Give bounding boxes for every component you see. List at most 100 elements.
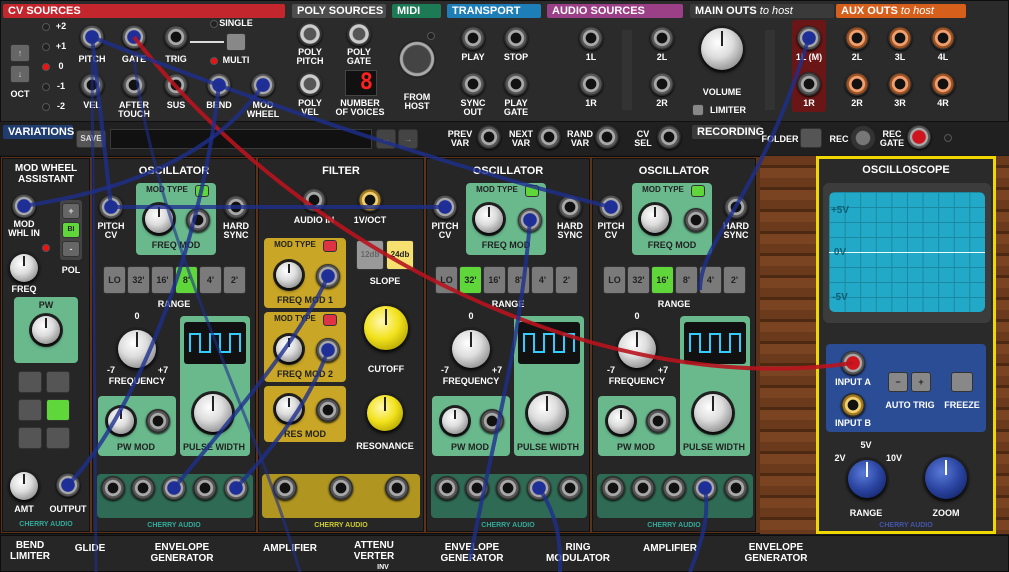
mod-wheel-jack[interactable] [251, 73, 275, 97]
osc2-hard-sync-jack[interactable] [558, 195, 582, 219]
osc2-frequency-knob[interactable] [452, 330, 490, 368]
osc3-frequency-knob[interactable] [618, 330, 656, 368]
sus-jack[interactable] [164, 73, 188, 97]
osc1-pitch-cv-jack[interactable] [99, 195, 123, 219]
aux-4l-jack[interactable] [931, 26, 955, 50]
osc1-frequency-knob[interactable] [118, 330, 156, 368]
rand-var-jack[interactable] [595, 125, 619, 149]
osc2-out-5[interactable] [558, 476, 582, 500]
var-next-arrow[interactable]: → [398, 129, 418, 149]
filter-res-mod-jack[interactable] [316, 398, 340, 422]
osc3-range-2[interactable]: 2' [723, 266, 746, 294]
osc2-range-32[interactable]: 32' [459, 266, 482, 294]
aux-3l-jack[interactable] [888, 26, 912, 50]
mwa-output-jack[interactable] [56, 473, 80, 497]
osc1-pulse-width-knob[interactable] [194, 394, 232, 432]
filter-slope-24[interactable]: 24db [386, 240, 414, 270]
osc3-out-4[interactable] [693, 476, 717, 500]
main-1l-jack[interactable] [797, 26, 821, 50]
poly-vel-jack[interactable] [298, 72, 322, 96]
audio-2r-jack[interactable] [650, 72, 674, 96]
scope-input-b-jack[interactable] [841, 393, 865, 417]
filter-resonance-knob[interactable] [367, 395, 403, 431]
osc2-freq-mod-jack[interactable] [518, 208, 542, 232]
osc2-range-16[interactable]: 16' [483, 266, 506, 294]
voice-count-display[interactable]: 8 [345, 70, 377, 96]
stop-jack[interactable] [504, 26, 528, 50]
osc3-range-8[interactable]: 8' [675, 266, 698, 294]
next-var-jack[interactable] [537, 125, 561, 149]
filter-fm1-type-button[interactable] [323, 240, 337, 252]
osc1-out-1[interactable] [101, 476, 125, 500]
poly-pitch-jack[interactable] [298, 22, 322, 46]
osc1-freq-mod-knob[interactable] [145, 205, 173, 233]
osc2-range-2[interactable]: 2' [555, 266, 578, 294]
osc1-mod-type-button[interactable] [195, 185, 209, 197]
filter-fm1-knob[interactable] [276, 262, 302, 288]
osc3-pulse-width-knob[interactable] [694, 394, 732, 432]
poly-gate-jack[interactable] [347, 22, 371, 46]
cv-sel-jack[interactable] [657, 125, 681, 149]
filter-audio-in-jack[interactable] [302, 188, 326, 212]
oct-down-button[interactable]: ↓ [10, 65, 30, 83]
filter-fm2-type-button[interactable] [323, 314, 337, 326]
oct-up-button[interactable]: ↑ [10, 44, 30, 62]
midi-din-connector[interactable] [398, 40, 436, 78]
filter-1voct-jack[interactable] [358, 188, 382, 212]
amt-knob[interactable] [10, 472, 38, 500]
main-1r-jack[interactable] [797, 72, 821, 96]
filter-fm1-jack[interactable] [316, 264, 340, 288]
osc2-range-lo[interactable]: LO [435, 266, 458, 294]
audio-2l-jack[interactable] [650, 26, 674, 50]
osc2-pw-mod-jack[interactable] [480, 409, 504, 433]
osc2-range-4[interactable]: 4' [531, 266, 554, 294]
aux-2l-jack[interactable] [845, 26, 869, 50]
osc3-out-5[interactable] [724, 476, 748, 500]
aftertouch-jack[interactable] [122, 73, 146, 97]
osc3-mod-type-button[interactable] [691, 185, 705, 197]
wave-btn-3[interactable] [18, 399, 42, 421]
osc3-pw-mod-jack[interactable] [646, 409, 670, 433]
pitch-jack[interactable] [80, 25, 104, 49]
play-gate-jack[interactable] [504, 72, 528, 96]
scope-freeze-button[interactable] [951, 372, 973, 392]
filter-cutoff-knob[interactable] [364, 306, 408, 350]
osc1-out-2[interactable] [131, 476, 155, 500]
wave-btn-sine[interactable] [46, 399, 70, 421]
play-jack[interactable] [461, 26, 485, 50]
osc1-pw-mod-knob[interactable] [108, 408, 134, 434]
sync-out-jack[interactable] [461, 72, 485, 96]
scope-trig-plus[interactable]: + [911, 372, 931, 392]
osc3-pitch-cv-jack[interactable] [599, 195, 623, 219]
save-button[interactable]: SAVE [76, 130, 106, 148]
filter-out-3[interactable] [385, 476, 409, 500]
osc3-range-16[interactable]: 16' [651, 266, 674, 294]
aux-4r-jack[interactable] [931, 72, 955, 96]
osc3-pw-mod-knob[interactable] [608, 408, 634, 434]
osc2-pulse-width-knob[interactable] [528, 394, 566, 432]
osc1-range-lo[interactable]: LO [103, 266, 126, 294]
pol-plus[interactable]: + [62, 203, 80, 219]
single-multi-button[interactable] [226, 33, 246, 51]
osc2-range-8[interactable]: 8' [507, 266, 530, 294]
pol-minus[interactable]: - [62, 241, 80, 257]
osc1-hard-sync-jack[interactable] [224, 195, 248, 219]
scope-input-a-jack[interactable] [841, 351, 865, 375]
filter-fm2-jack[interactable] [316, 338, 340, 362]
aux-3r-jack[interactable] [888, 72, 912, 96]
wave-btn-5[interactable] [18, 427, 42, 449]
osc1-range-8[interactable]: 8' [175, 266, 198, 294]
scope-range-knob[interactable] [848, 460, 886, 498]
osc3-freq-mod-jack[interactable] [684, 208, 708, 232]
osc2-out-1[interactable] [435, 476, 459, 500]
osc3-range-32[interactable]: 32' [627, 266, 650, 294]
osc2-mod-type-button[interactable] [525, 185, 539, 197]
gate-jack[interactable] [122, 25, 146, 49]
osc2-out-4[interactable] [527, 476, 551, 500]
wave-btn-6[interactable] [46, 427, 70, 449]
osc2-freq-mod-knob[interactable] [475, 205, 503, 233]
osc1-range-32[interactable]: 32' [127, 266, 150, 294]
audio-1l-jack[interactable] [579, 26, 603, 50]
filter-out-1[interactable] [273, 476, 297, 500]
osc1-out-3[interactable] [162, 476, 186, 500]
